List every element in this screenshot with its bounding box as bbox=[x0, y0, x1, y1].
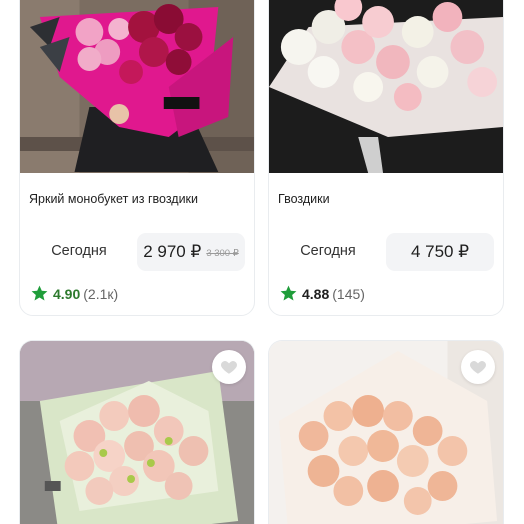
rating-value: 4.88 bbox=[302, 285, 330, 302]
star-icon bbox=[31, 285, 48, 301]
review-count: (145) bbox=[332, 285, 365, 302]
price-box: 2 970 ₽ 3 300 ₽ bbox=[137, 233, 245, 271]
product-photo[interactable] bbox=[269, 0, 503, 173]
product-card[interactable] bbox=[19, 340, 255, 524]
product-card[interactable]: Гвоздики Сегодня 4 750 ₽ 4.88 (145) bbox=[268, 0, 504, 316]
product-card[interactable]: Яркий монобукет из гвоздики Сегодня 2 97… bbox=[19, 0, 255, 316]
star-icon bbox=[280, 285, 297, 301]
product-title[interactable]: Гвоздики bbox=[278, 191, 493, 207]
rating-value: 4.90 bbox=[53, 285, 81, 302]
heart-icon bbox=[221, 361, 237, 374]
heart-icon bbox=[470, 361, 486, 374]
delivery-time: Сегодня bbox=[51, 243, 107, 259]
delivery-time: Сегодня bbox=[300, 243, 356, 259]
price: 4 750 ₽ bbox=[410, 242, 470, 261]
product-photo[interactable] bbox=[20, 0, 254, 173]
rating: 4.90 (2.1к) bbox=[30, 284, 118, 303]
favorite-button[interactable] bbox=[212, 350, 246, 384]
product-title[interactable]: Яркий монобукет из гвоздики bbox=[29, 191, 244, 207]
price: 2 970 ₽ bbox=[143, 242, 202, 261]
favorite-button[interactable] bbox=[461, 350, 495, 384]
old-price: 3 300 ₽ bbox=[206, 247, 239, 259]
price-box: 4 750 ₽ bbox=[386, 233, 494, 271]
review-count: (2.1к) bbox=[83, 285, 119, 302]
rating: 4.88 (145) bbox=[279, 284, 365, 303]
product-card[interactable] bbox=[268, 340, 504, 524]
